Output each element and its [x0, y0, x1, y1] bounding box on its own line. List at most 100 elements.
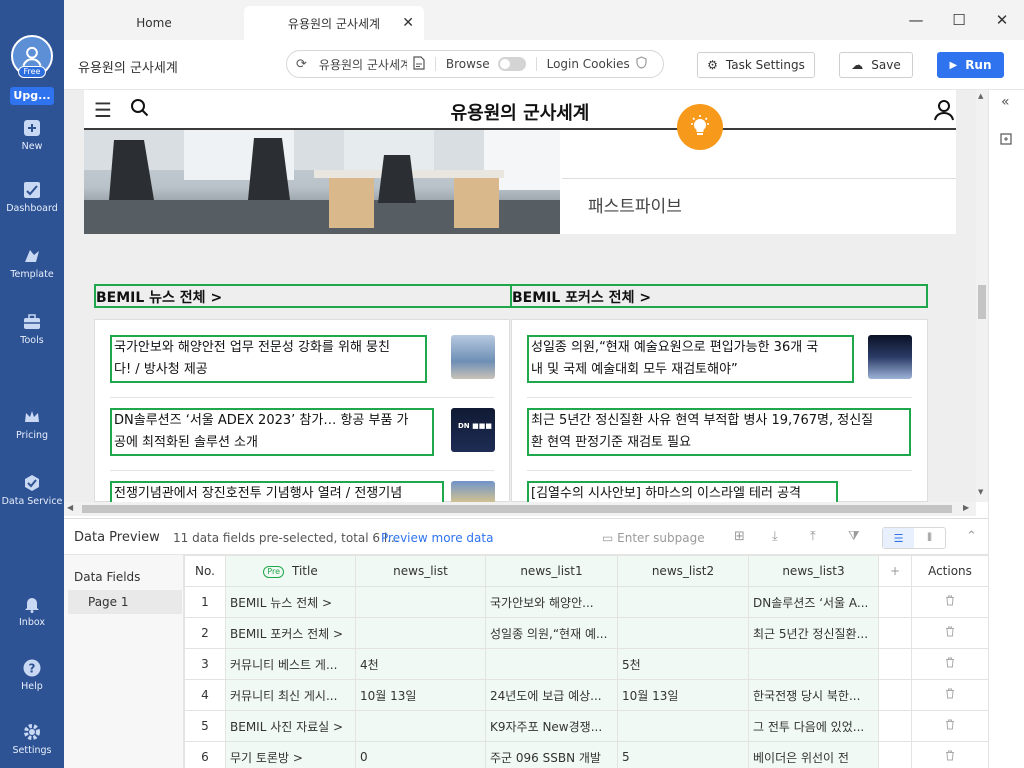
cell-title[interactable]: 무기 토론방 >: [225, 741, 356, 768]
view-toggle[interactable]: ☰ ⦀: [882, 527, 946, 549]
scroll-up-icon[interactable]: ▲: [978, 92, 983, 100]
add-column-button[interactable]: +: [878, 555, 912, 587]
sidebar-item-tools[interactable]: Tools: [0, 312, 64, 346]
news-thumbnail[interactable]: [451, 481, 495, 502]
cell-news-list2[interactable]: 5천: [617, 648, 749, 680]
cell-news-list3[interactable]: [748, 648, 879, 680]
login-cookies-button[interactable]: Login Cookies: [547, 57, 630, 71]
sidebar-item-inbox[interactable]: Inbox: [0, 594, 64, 628]
cell-news-list1[interactable]: 국가안보와 해양안...: [485, 586, 618, 618]
section-heading-focus[interactable]: BEMIL 포커스 전체 >: [510, 284, 928, 308]
add-step-icon[interactable]: [1000, 132, 1014, 149]
column-header[interactable]: news_list2: [617, 555, 749, 587]
news-thumbnail[interactable]: DN ■■■: [451, 408, 495, 452]
cell-news-list[interactable]: 10월 13일: [355, 679, 486, 711]
cell-news-list[interactable]: [355, 710, 486, 742]
scroll-left-icon[interactable]: ◀: [67, 503, 73, 512]
column-header[interactable]: news_list1: [485, 555, 618, 587]
column-view-icon[interactable]: ⦀: [914, 528, 945, 548]
news-thumbnail[interactable]: [451, 335, 495, 379]
scroll-right-icon[interactable]: ▶: [963, 503, 969, 512]
scroll-down-icon[interactable]: ▼: [978, 488, 983, 496]
cell-news-list1[interactable]: K9자주포 New경쟁...: [485, 710, 618, 742]
url-bar[interactable]: ⟳ 유용원의 군사세계 Browse Login Cookies: [286, 50, 664, 78]
maximize-button[interactable]: ☐: [949, 10, 969, 30]
cell-news-list3[interactable]: 베이더은 위선이 전: [748, 741, 879, 768]
enter-subpage-input[interactable]: ▭ Enter subpage: [602, 531, 705, 545]
cell-title[interactable]: BEMIL 뉴스 전체 >: [225, 586, 356, 618]
delete-row-icon[interactable]: [911, 679, 989, 711]
upgrade-button[interactable]: Upg...: [10, 87, 54, 105]
cell-news-list[interactable]: 0: [355, 741, 486, 768]
task-settings-button[interactable]: ⚙ Task Settings: [697, 52, 815, 78]
sidebar-item-dashboard[interactable]: Dashboard: [0, 180, 64, 214]
cell-news-list1[interactable]: [485, 648, 618, 680]
cell-news-list2[interactable]: [617, 710, 749, 742]
news-item[interactable]: DN솔루션즈 ‘서울 ADEX 2023’ 참가… 항공 부품 가 공에 최적화…: [110, 408, 434, 456]
tab-home[interactable]: Home: [114, 6, 194, 40]
sidebar-item-settings[interactable]: Settings: [0, 722, 64, 756]
delete-row-icon[interactable]: [911, 648, 989, 680]
document-icon[interactable]: [413, 55, 425, 73]
office-banner-image[interactable]: [84, 130, 560, 234]
account-icon[interactable]: [934, 99, 954, 124]
cell-title[interactable]: BEMIL 사진 자료실 >: [225, 710, 356, 742]
add-field-icon[interactable]: ⊞: [734, 529, 745, 544]
tab-active[interactable]: 유용원의 군사세계 ✕: [244, 6, 424, 40]
news-item[interactable]: [김열수의 시사안보] 하마스의 이스라엘 테러 공격: [527, 481, 838, 502]
delete-row-icon[interactable]: [911, 710, 989, 742]
delete-row-icon[interactable]: [911, 586, 989, 618]
download-icon[interactable]: ⤓: [772, 529, 778, 544]
cell-title[interactable]: 커뮤니티 최신 게시...: [225, 679, 356, 711]
page-1-item[interactable]: Page 1: [68, 590, 182, 614]
cell-news-list1[interactable]: 24년도에 보급 예상...: [485, 679, 618, 711]
sidebar-item-template[interactable]: Template: [0, 246, 64, 280]
site-title[interactable]: 유용원의 군사세계: [84, 99, 956, 125]
sidebar-item-new[interactable]: New: [0, 118, 64, 152]
cell-news-list[interactable]: 4천: [355, 648, 486, 680]
scrollbar-thumb[interactable]: [978, 285, 986, 319]
news-item[interactable]: 성일종 의원,“현재 예술요원으로 편입가능한 36개 국 내 및 국제 예술대…: [527, 335, 854, 383]
scrollbar-thumb[interactable]: [82, 505, 952, 513]
lightbulb-button[interactable]: [677, 104, 723, 150]
section-heading-news[interactable]: BEMIL 뉴스 전체 >: [94, 284, 512, 308]
column-header[interactable]: Pre Title: [225, 555, 356, 587]
cell-news-list3[interactable]: 그 전투 다음에 있었...: [748, 710, 879, 742]
delete-row-icon[interactable]: [911, 617, 989, 649]
fastfive-link[interactable]: 패스트파이브: [588, 192, 682, 217]
cell-news-list1[interactable]: 주군 096 SSBN 개발: [485, 741, 618, 768]
cell-news-list2[interactable]: 10월 13일: [617, 679, 749, 711]
close-window-button[interactable]: ✕: [992, 10, 1012, 30]
refresh-icon[interactable]: ⟳: [296, 57, 307, 72]
preview-more-data-link[interactable]: Preview more data: [381, 531, 493, 545]
cell-news-list1[interactable]: 성일종 의원,“현재 예...: [485, 617, 618, 649]
cell-news-list2[interactable]: [617, 617, 749, 649]
column-header[interactable]: news_list: [355, 555, 486, 587]
cell-news-list2[interactable]: 5: [617, 741, 749, 768]
list-view-icon[interactable]: ☰: [883, 528, 914, 548]
delete-row-icon[interactable]: [911, 741, 989, 768]
filter-icon[interactable]: ⧩: [848, 529, 860, 544]
cell-news-list3[interactable]: 최근 5년간 정신질환...: [748, 617, 879, 649]
cell-title[interactable]: 커뮤니티 베스트 게...: [225, 648, 356, 680]
news-item[interactable]: 전쟁기념관에서 장진호전투 기념행사 열려 / 전쟁기념: [110, 481, 444, 502]
sidebar-item-pricing[interactable]: Pricing: [0, 407, 64, 441]
cell-news-list3[interactable]: 한국전쟁 당시 북한...: [748, 679, 879, 711]
save-button[interactable]: ☁ Save: [839, 52, 913, 78]
column-header[interactable]: news_list3: [748, 555, 879, 587]
url-text[interactable]: 유용원의 군사세계: [319, 56, 407, 73]
cell-news-list2[interactable]: [617, 586, 749, 618]
close-tab-icon[interactable]: ✕: [402, 15, 414, 31]
page-horizontal-scrollbar[interactable]: ◀ ▶: [64, 502, 976, 516]
upload-icon[interactable]: ⤒: [810, 529, 816, 544]
sidebar-item-data-service[interactable]: Data Service: [0, 473, 64, 507]
cell-news-list[interactable]: [355, 586, 486, 618]
minimize-button[interactable]: —: [906, 10, 926, 30]
news-thumbnail[interactable]: [868, 335, 912, 379]
collapse-preview-icon[interactable]: ⌃: [966, 529, 977, 544]
cell-news-list[interactable]: [355, 617, 486, 649]
browse-toggle[interactable]: [497, 57, 526, 71]
news-item[interactable]: 국가안보와 해양안전 업무 전문성 강화를 위해 뭉친 다! / 방사청 제공: [110, 335, 427, 383]
cell-title[interactable]: BEMIL 포커스 전체 >: [225, 617, 356, 649]
news-item[interactable]: 최근 5년간 정신질환 사유 현역 부적합 병사 19,767명, 정신질 환 …: [527, 408, 911, 456]
